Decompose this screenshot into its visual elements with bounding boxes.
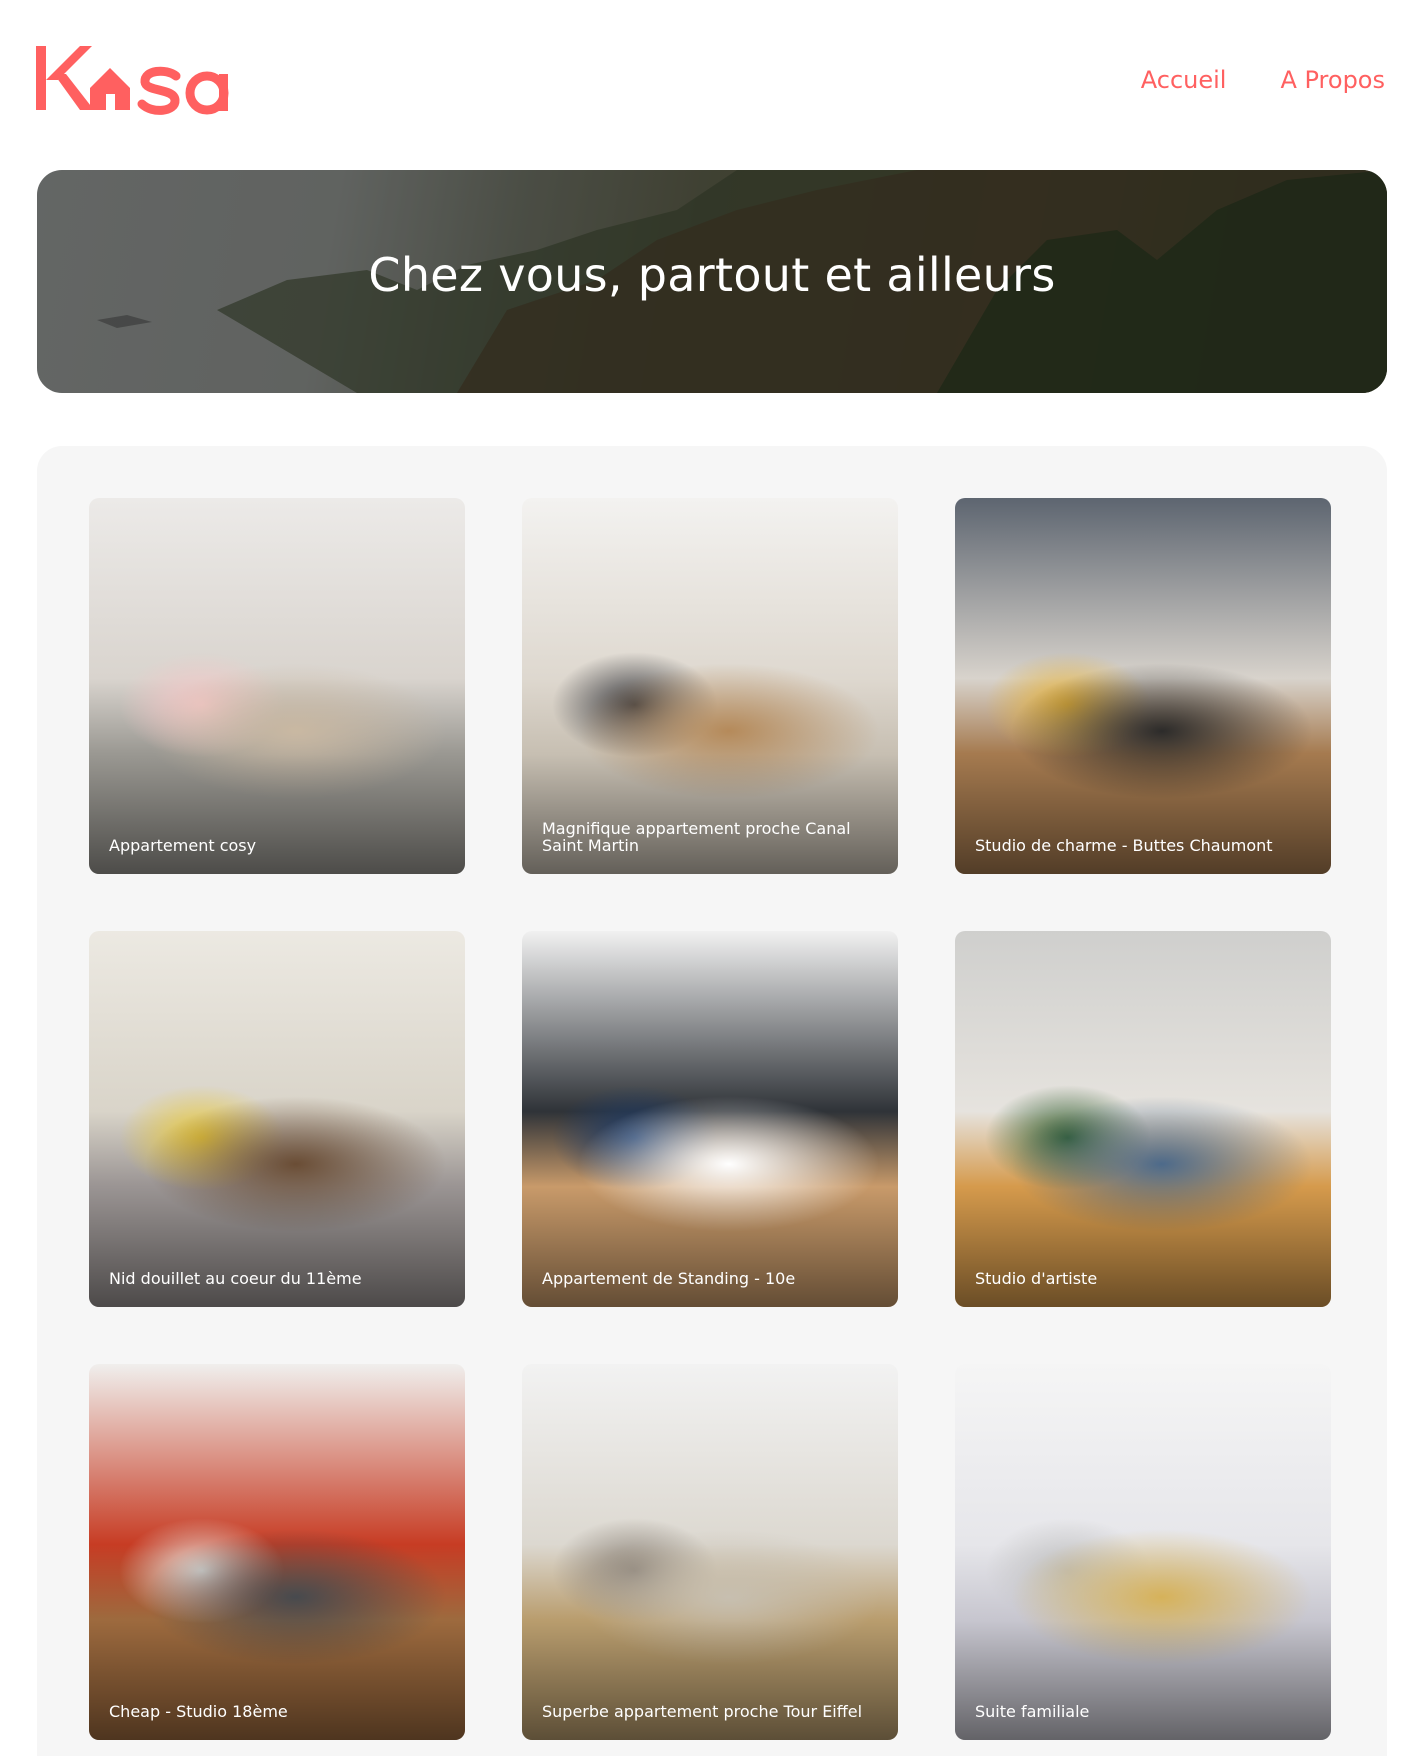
listing-card[interactable]: Cheap - Studio 18ème	[89, 1364, 465, 1740]
listing-gradient	[955, 1620, 1331, 1740]
listing-gradient	[89, 754, 465, 874]
listing-gradient	[89, 1620, 465, 1740]
listing-gradient	[955, 754, 1331, 874]
kasa-logo-svg	[36, 46, 229, 115]
listing-title: Cheap - Studio 18ème	[109, 1702, 288, 1721]
banner-title: Chez vous, partout et ailleurs	[368, 248, 1056, 302]
listing-title: Superbe appartement proche Tour Eiffel	[542, 1702, 863, 1721]
listing-card[interactable]: Magnifique appartement proche Canal Sain…	[522, 498, 898, 874]
listing-gradient	[522, 1620, 898, 1740]
listing-gradient	[955, 1187, 1331, 1307]
nav-link-accueil[interactable]: Accueil	[1141, 66, 1227, 94]
site-header: Accueil A Propos	[0, 0, 1425, 150]
listing-card[interactable]: Suite familiale	[955, 1364, 1331, 1740]
listing-card[interactable]: Nid douillet au coeur du 11ème	[89, 931, 465, 1307]
listing-card[interactable]: Appartement de Standing - 10e	[522, 931, 898, 1307]
kasa-logo[interactable]	[36, 40, 266, 130]
listing-card[interactable]: Appartement cosy	[89, 498, 465, 874]
listing-title: Studio de charme - Buttes Chaumont	[975, 836, 1273, 855]
listing-gradient	[522, 754, 898, 874]
main-nav: Accueil A Propos	[1141, 66, 1385, 94]
listing-card[interactable]: Studio d'artiste	[955, 931, 1331, 1307]
listing-gradient	[522, 1187, 898, 1307]
listing-title: Magnifique appartement proche Canal Sain…	[542, 819, 851, 855]
listing-gradient	[89, 1187, 465, 1307]
listings-gallery: Appartement cosy Magnifique appartement …	[37, 446, 1387, 1756]
nav-link-a-propos[interactable]: A Propos	[1280, 66, 1385, 94]
listing-title: Suite familiale	[975, 1702, 1090, 1721]
hero-banner: Chez vous, partout et ailleurs	[37, 170, 1387, 393]
listing-card[interactable]: Superbe appartement proche Tour Eiffel	[522, 1364, 898, 1740]
listing-card[interactable]: Studio de charme - Buttes Chaumont	[955, 498, 1331, 874]
listing-title: Nid douillet au coeur du 11ème	[109, 1269, 362, 1288]
listing-title: Studio d'artiste	[975, 1269, 1098, 1288]
listing-title: Appartement cosy	[109, 836, 257, 855]
listing-title: Appartement de Standing - 10e	[542, 1269, 796, 1288]
